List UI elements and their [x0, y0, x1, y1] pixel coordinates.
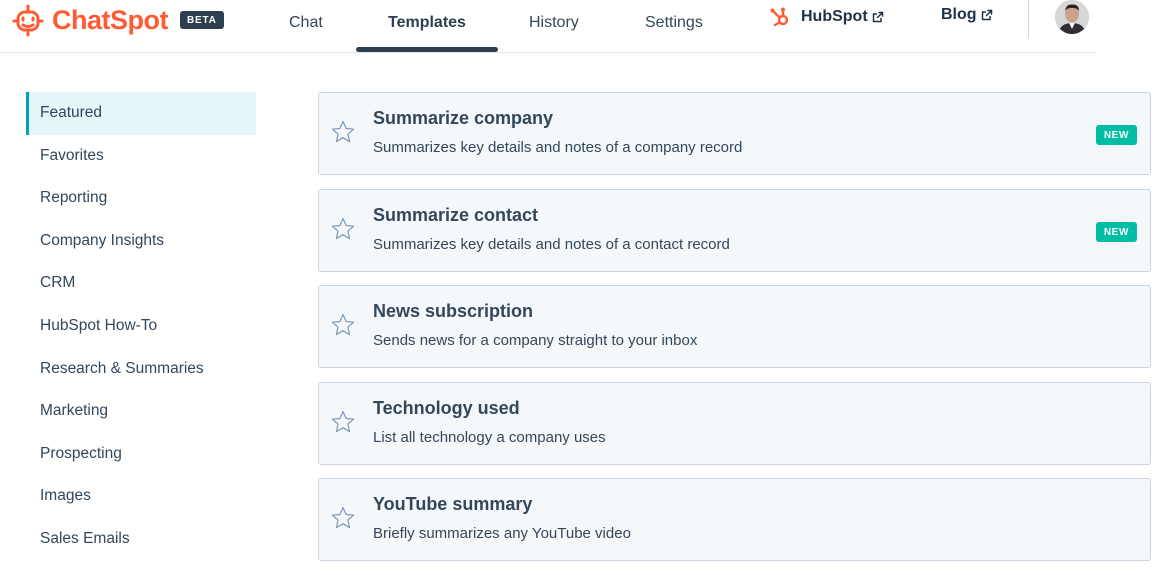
- template-title: News subscription: [373, 301, 534, 321]
- user-photo-icon: [1055, 0, 1089, 34]
- template-card-summarize-contact[interactable]: Summarize contact Summarizes key details…: [318, 188, 1151, 272]
- header-divider: [1028, 0, 1029, 38]
- favorite-star-icon[interactable]: [330, 312, 356, 338]
- tab-templates[interactable]: Templates: [388, 14, 466, 32]
- favorite-star-icon[interactable]: [330, 409, 356, 435]
- template-description: Briefly summarizes any YouTube video: [373, 525, 631, 542]
- chatspot-logo[interactable]: ChatSpot BETA: [10, 2, 224, 38]
- template-list: Summarize company Summarizes key details…: [318, 92, 1151, 575]
- favorite-star-icon[interactable]: [330, 505, 356, 531]
- sidebar-item-sales-emails[interactable]: Sales Emails: [26, 518, 256, 561]
- sidebar-item-images[interactable]: Images: [26, 475, 256, 518]
- template-description: Sends news for a company straight to you…: [373, 332, 698, 349]
- blog-link[interactable]: Blog: [941, 6, 993, 24]
- tab-settings[interactable]: Settings: [645, 14, 703, 32]
- template-title: YouTube summary: [373, 494, 533, 514]
- sidebar-item-featured[interactable]: Featured: [26, 92, 256, 135]
- sidebar-item-company-insights[interactable]: Company Insights: [26, 220, 256, 263]
- sidebar-item-favorites[interactable]: Favorites: [26, 135, 256, 178]
- user-avatar[interactable]: [1055, 0, 1089, 34]
- tab-history[interactable]: History: [529, 14, 579, 32]
- hubspot-link-label: HubSpot: [801, 8, 868, 25]
- external-link-icon: [981, 9, 992, 21]
- template-title: Summarize contact: [373, 204, 539, 225]
- template-description: Summarizes key details and notes of a co…: [373, 235, 730, 253]
- template-description: List all technology a company uses: [373, 428, 606, 446]
- favorite-star-icon[interactable]: [330, 216, 356, 242]
- logo-text: ChatSpot: [52, 4, 168, 35]
- beta-badge: BETA: [179, 11, 224, 29]
- sidebar-item-reporting[interactable]: Reporting: [26, 177, 256, 220]
- template-description: Summarizes key details and notes of a co…: [373, 139, 743, 156]
- favorite-star-icon[interactable]: [330, 119, 356, 145]
- hubspot-link[interactable]: HubSpot: [769, 6, 884, 28]
- category-sidebar: Featured Favorites Reporting Company Ins…: [26, 92, 256, 561]
- blog-link-label: Blog: [941, 6, 977, 23]
- sidebar-item-prospecting[interactable]: Prospecting: [26, 433, 256, 476]
- top-navigation: ChatSpot BETA Chat Templates History Set…: [0, 0, 1170, 54]
- sidebar-item-hubspot-how-to[interactable]: HubSpot How-To: [26, 305, 256, 348]
- template-title: Summarize company: [373, 108, 554, 128]
- tab-chat[interactable]: Chat: [289, 14, 323, 32]
- hubspot-sprocket-icon: [770, 7, 789, 27]
- sidebar-item-research-summaries[interactable]: Research & Summaries: [26, 348, 256, 391]
- chatspot-robot-icon: [12, 4, 44, 37]
- sidebar-item-marketing[interactable]: Marketing: [26, 390, 256, 433]
- template-card-news-subscription[interactable]: News subscription Sends news for a compa…: [318, 285, 1151, 368]
- template-card-youtube-summary[interactable]: YouTube summary Briefly summarizes any Y…: [318, 478, 1151, 561]
- external-link-icon: [872, 11, 883, 23]
- template-card-technology-used[interactable]: Technology used List all technology a co…: [318, 381, 1151, 465]
- sidebar-item-crm[interactable]: CRM: [26, 262, 256, 305]
- new-badge: NEW: [1095, 125, 1137, 145]
- new-badge: NEW: [1095, 221, 1137, 242]
- template-card-summarize-company[interactable]: Summarize company Summarizes key details…: [318, 92, 1151, 175]
- header-bottom-border: [0, 52, 1096, 53]
- template-title: Technology used: [373, 397, 520, 418]
